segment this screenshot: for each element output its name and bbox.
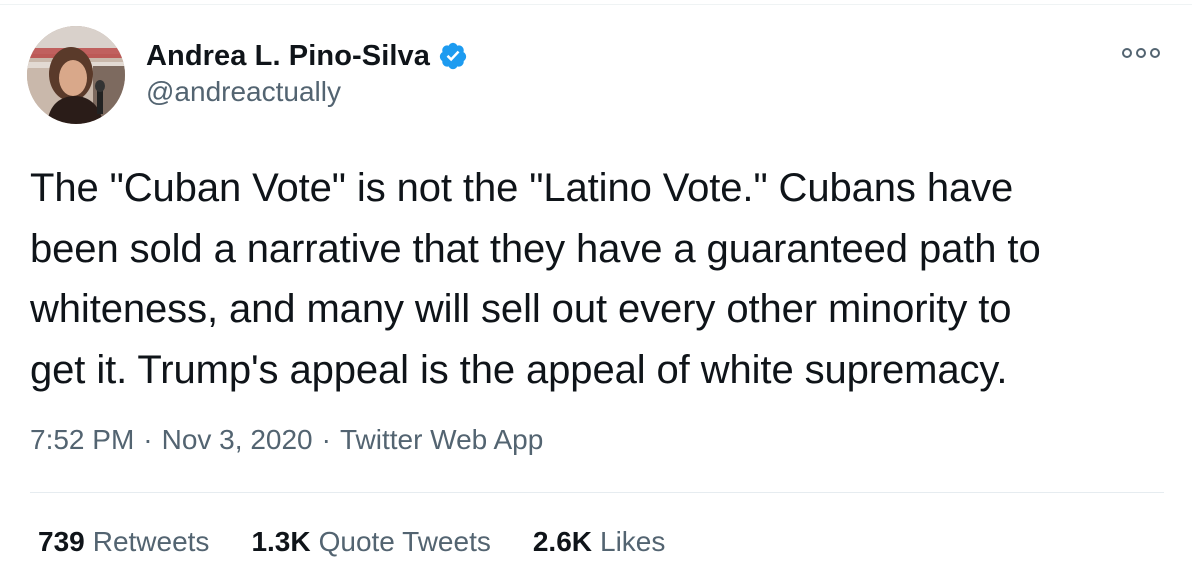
tweet-meta: 7:52 PM · Nov 3, 2020 · Twitter Web App [30,424,543,456]
display-name[interactable]: Andrea L. Pino-Silva [146,40,430,73]
likes-count: 2.6K [532,526,593,557]
quote-tweets-stat[interactable]: 1.3K Quote Tweets [251,526,490,558]
engagement-stats: 739 Retweets 1.3K Quote Tweets 2.6K Likes [38,526,707,558]
more-options-button[interactable] [1120,40,1162,66]
more-options-icon [1122,48,1160,58]
tweet-time[interactable]: 7:52 PM [30,424,134,456]
avatar[interactable] [27,26,125,124]
verified-badge-icon [438,41,468,71]
author-header: Andrea L. Pino-Silva [146,38,468,74]
likes-stat[interactable]: 2.6K Likes [533,526,666,558]
retweets-count: 739 [38,526,85,557]
divider [30,492,1164,493]
retweets-label: Retweets [92,526,210,557]
meta-separator: · [143,424,153,455]
handle[interactable]: @andreactually [146,76,341,108]
tweet-card: Andrea L. Pino-Silva @andreactually The … [0,0,1192,578]
profile-photo-icon [27,26,125,124]
likes-label: Likes [600,526,666,557]
retweets-stat[interactable]: 739 Retweets [38,526,209,558]
meta-separator: · [321,424,331,455]
tweet-text: The "Cuban Vote" is not the "Latino Vote… [30,166,1041,392]
quote-tweets-label: Quote Tweets [318,526,491,557]
tweet-source[interactable]: Twitter Web App [340,424,543,456]
tweet-date[interactable]: Nov 3, 2020 [162,424,313,456]
quote-tweets-count: 1.3K [251,526,311,557]
